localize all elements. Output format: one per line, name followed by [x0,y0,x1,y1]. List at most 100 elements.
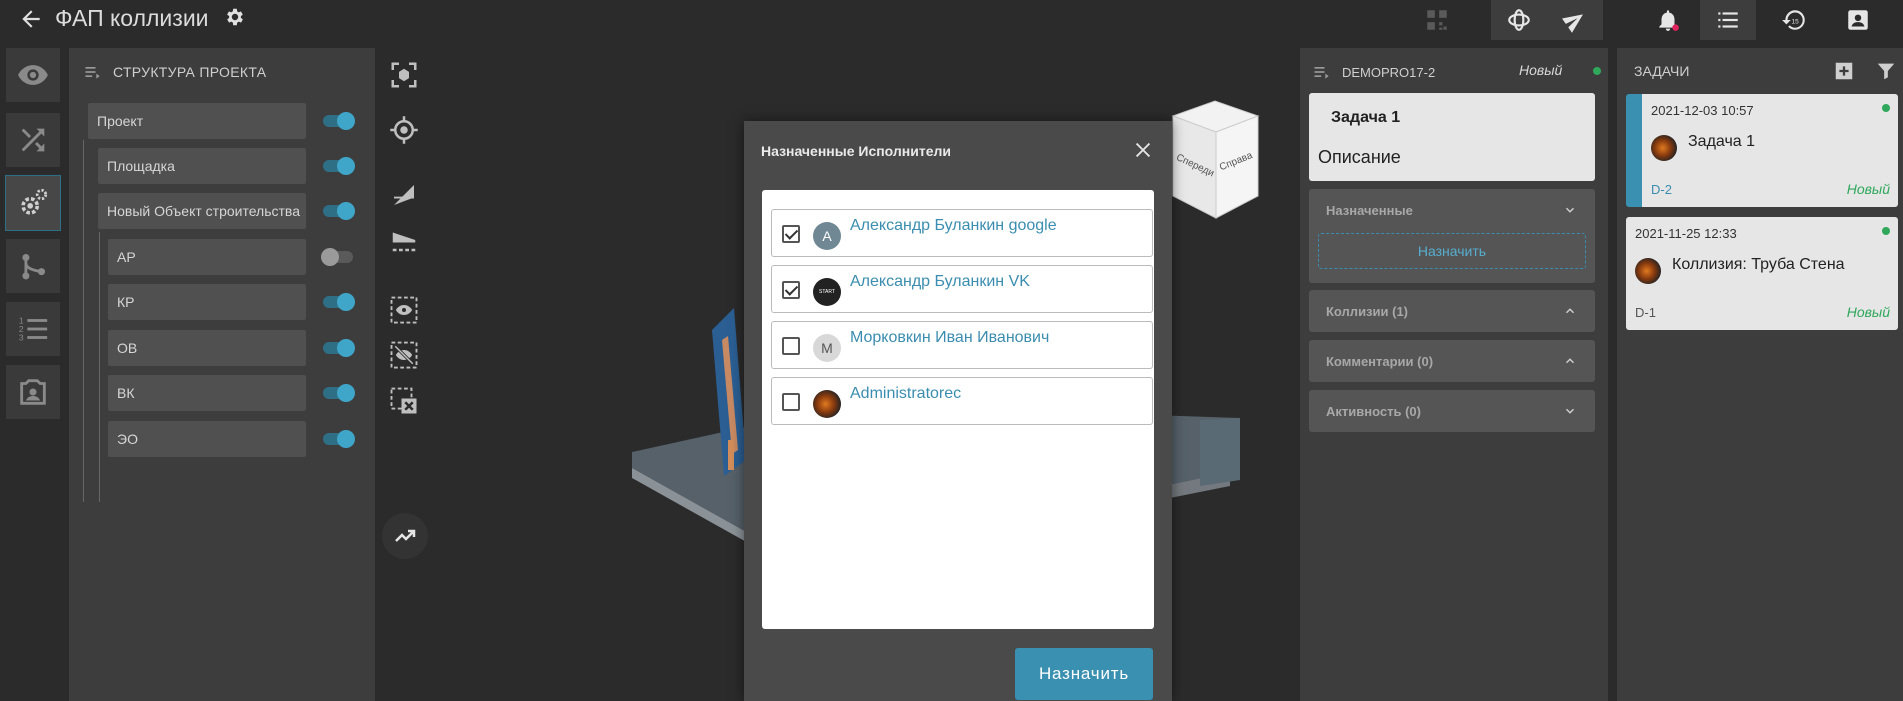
assignee-name: Александр Буланкин google [850,217,1057,234]
svg-text:15: 15 [1791,18,1799,25]
assign-button[interactable]: Назначить [1015,648,1153,700]
qr-code-icon[interactable] [1409,0,1465,40]
page-title: ФАП коллизии [55,5,209,31]
hide-selected-icon[interactable] [387,338,421,372]
task-date: 2021-11-25 12:33 [1635,226,1737,241]
toggle-eo[interactable] [323,430,355,448]
task-card[interactable]: Задача 1 Описание [1309,93,1595,181]
chevron-up-icon[interactable] [1563,354,1577,368]
task-description: Описание [1318,147,1401,167]
branch-icon[interactable] [6,239,60,293]
task-list-item[interactable]: 2021-11-25 12:33 Коллизия: Труба Стена D… [1626,217,1898,330]
toggle-vk[interactable] [323,384,355,402]
assignee-name: Морковкин Иван Иванович [850,329,1050,346]
comments-section[interactable]: Комментарии (0) [1309,340,1595,382]
target-icon[interactable] [387,113,421,147]
chevron-up-icon[interactable] [1563,304,1577,318]
tree-item-vk[interactable]: ВК [108,375,306,411]
task-status: Новый [1846,304,1890,320]
assignee-row[interactable]: M Морковкин Иван Иванович [771,321,1153,369]
send-plane-icon[interactable] [1547,0,1603,40]
task-title: Коллизия: Труба Стена [1672,256,1845,273]
toggle-ar[interactable] [321,248,353,266]
avatar: A [813,222,841,250]
collisions-section[interactable]: Коллизии (1) [1309,290,1595,332]
toggle-ov[interactable] [323,339,355,357]
task-status: Новый [1846,181,1890,197]
task-list-item[interactable]: 2021-12-03 10:57 Задача 1 D-2 Новый [1626,94,1898,207]
chevron-down-icon[interactable] [1563,203,1577,217]
section-label: Назначенные [1326,203,1413,218]
tasks-title: ЗАДАЧИ [1634,63,1690,79]
eye-icon[interactable] [6,48,60,102]
status-dot [1593,67,1601,75]
viewer-tools [378,48,428,701]
contact-card-icon[interactable] [1830,0,1886,40]
filter-icon[interactable] [1875,60,1897,82]
detail-header: DEMOPRO17-2 [1312,62,1435,82]
bell-icon[interactable] [1640,0,1696,40]
settings-icon[interactable] [224,6,248,30]
menu-list-icon[interactable] [1312,62,1332,82]
activity-section[interactable]: Активность (0) [1309,390,1595,432]
tree-item-site[interactable]: Площадка [98,148,306,184]
tree-item-eo[interactable]: ЭО [108,421,306,457]
section-box-icon[interactable] [387,223,421,257]
tree-item-building[interactable]: Новый Объект строительства [98,193,306,229]
shuffle-icon[interactable] [6,113,60,167]
assignee-checkbox[interactable] [782,225,800,243]
chevron-down-icon[interactable] [1563,404,1577,418]
assignee-checkbox[interactable] [782,393,800,411]
avatar: M [813,334,841,362]
portrait-icon[interactable] [6,365,60,419]
history-icon[interactable]: 15 [1766,0,1822,40]
tree-line [83,140,84,502]
toggle-building[interactable] [323,202,355,220]
tasks-panel: ЗАДАЧИ 2021-12-03 10:57 Задача 1 D-2 Нов… [1617,48,1903,701]
trending-icon[interactable] [382,513,428,559]
assigned-section[interactable]: Назначенные Назначить [1309,189,1595,283]
project-structure-panel: СТРУКТУРА ПРОЕКТА Проект Площадка Новый … [69,48,375,701]
assignee-list: A Александр Буланкин google START Алекса… [762,190,1154,629]
task-title: Задача 1 [1688,133,1756,150]
status-dot [1882,104,1890,112]
show-selected-icon[interactable] [387,293,421,327]
assign-link[interactable]: Назначить [1318,233,1586,269]
fit-view-icon[interactable] [387,58,421,92]
task-code: D-1 [1635,305,1656,320]
avatar [1635,258,1661,284]
toggle-project[interactable] [323,112,355,130]
task-detail-panel: DEMOPRO17-2 Новый Задача 1 Описание Назн… [1300,48,1608,701]
tree-item-ar[interactable]: АР [108,239,306,275]
assignee-row[interactable]: A Александр Буланкин google [771,209,1153,257]
section-label: Комментарии (0) [1326,354,1434,369]
assignee-checkbox[interactable] [782,281,800,299]
back-icon[interactable] [18,6,44,32]
avatar: START [813,278,841,306]
assignee-name: Administratorec [850,385,962,402]
avatar [813,390,841,418]
section-plane-icon[interactable] [387,178,421,212]
svg-text:3: 3 [19,332,24,342]
toggle-kr[interactable] [323,293,355,311]
tree-item-kr[interactable]: КР [108,284,306,320]
tree-item-project[interactable]: Проект [88,103,306,139]
tree-item-ov[interactable]: ОВ [108,330,306,366]
assignee-row[interactable]: START Александр Буланкин VK [771,265,1153,313]
project-code: DEMOPRO17-2 [1342,64,1436,80]
assignee-checkbox[interactable] [782,337,800,355]
list-icon[interactable] [1700,0,1756,40]
assignee-name: Александр Буланкин VK [850,273,1030,290]
orbit-3d-icon[interactable] [1491,0,1547,40]
add-task-icon[interactable] [1833,60,1855,82]
toggle-site[interactable] [323,157,355,175]
close-icon[interactable] [1132,139,1154,161]
menu-list-icon[interactable] [83,62,103,82]
avatar [1651,135,1677,161]
status-label: Новый [1519,62,1563,78]
settings-cog-icon[interactable] [5,175,61,231]
clear-selection-icon[interactable] [387,384,421,418]
view-cube[interactable]: Спереди Справа [1168,96,1263,221]
assignee-row[interactable]: Administratorec [771,377,1153,425]
numbered-list-icon[interactable]: 123 [6,302,60,356]
